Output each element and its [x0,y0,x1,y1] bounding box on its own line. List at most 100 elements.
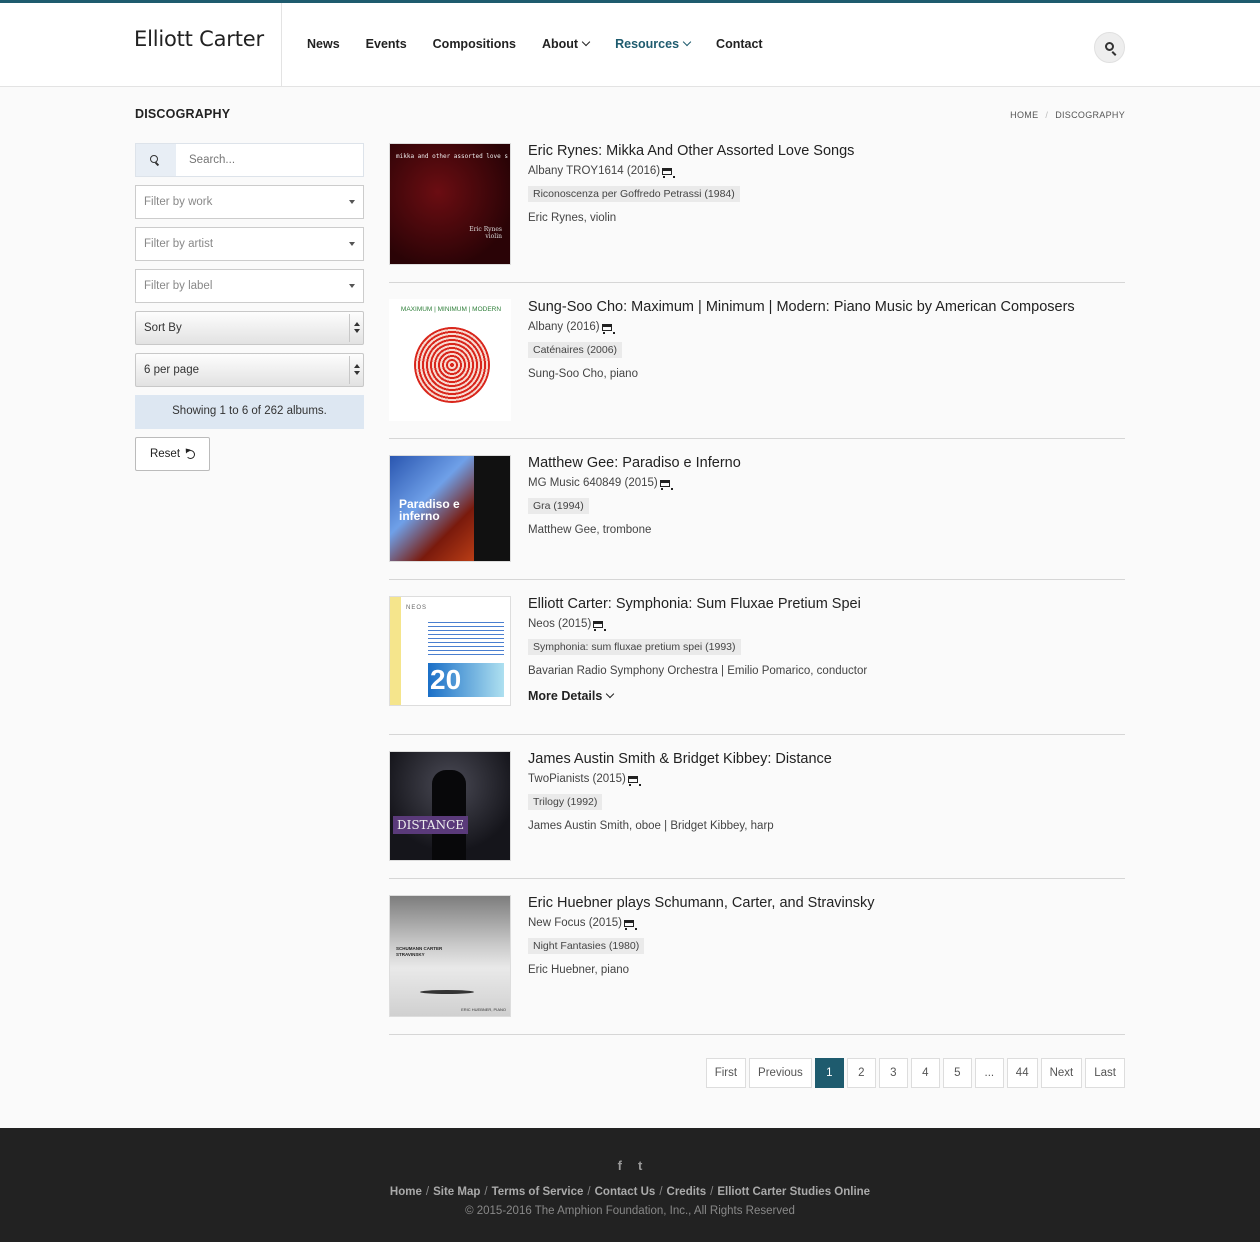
chevron-down-icon [606,689,615,699]
nav-compositions[interactable]: Compositions [433,37,516,51]
filter-by-artist-select[interactable]: Filter by artist [135,227,364,261]
album-label-text: Albany (2016) [528,321,600,333]
footer-link-contact[interactable]: Contact Us [595,1186,656,1198]
album-performers: Bavarian Radio Symphony Orchestra | Emil… [528,665,868,677]
filter-by-label-select[interactable]: Filter by label [135,269,364,303]
album-label-text: New Focus (2015) [528,917,622,929]
album-item: SCHUMANN CARTER STRAVINSKY ERIC HUEBNER,… [389,895,1125,1035]
header-search-button[interactable] [1094,32,1125,63]
work-tag[interactable]: Symphonia: sum fluxae pretium spei (1993… [528,639,741,655]
cart-icon[interactable] [623,919,637,930]
caret-down-icon [349,200,355,204]
nav-news[interactable]: News [307,37,340,51]
filter-by-label-value: Filter by label [144,280,213,292]
album-cover[interactable]: mikka and other assorted love songs Eric… [389,143,511,265]
album-title[interactable]: Sung-Soo Cho: Maximum | Minimum | Modern… [528,299,1075,315]
footer-separator: / [587,1186,591,1198]
album-cover[interactable]: NEOS 20 [389,596,511,706]
page-3[interactable]: 3 [878,1058,908,1088]
nav-events[interactable]: Events [366,37,407,51]
album-search-input[interactable] [176,144,363,176]
filter-by-artist-value: Filter by artist [144,238,214,250]
page-4[interactable]: 4 [910,1058,940,1088]
album-search-button[interactable] [136,144,176,176]
page-first[interactable]: First [705,1058,747,1088]
filter-by-work-select[interactable]: Filter by work [135,185,364,219]
album-performers: Eric Huebner, piano [528,964,630,976]
cart-icon[interactable] [659,479,673,490]
cart-icon[interactable] [593,620,607,631]
album-search [135,143,364,177]
cover-artist: Eric Rynes violin [469,226,502,240]
nav-news-label: News [307,37,340,51]
footer-link-studies-online[interactable]: Elliott Carter Studies Online [717,1186,870,1198]
album-cover[interactable]: DISTANCE [389,751,511,861]
cover-label-text: NEOS [406,605,428,611]
cover-island [420,990,474,994]
footer-link-site-map[interactable]: Site Map [433,1186,480,1198]
album-info: Elliott Carter: Symphonia: Sum Fluxae Pr… [528,596,867,703]
nav-about[interactable]: About [542,37,591,51]
album-label-text: MG Music 640849 (2015) [528,477,658,489]
footer-link-terms[interactable]: Terms of Service [492,1186,584,1198]
page-44[interactable]: 44 [1006,1058,1038,1088]
album-info: Matthew Gee: Paradiso e Inferno MG Music… [528,455,741,536]
album-title[interactable]: Eric Rynes: Mikka And Other Assorted Lov… [528,143,854,159]
work-tag[interactable]: Night Fantasies (1980) [528,938,645,954]
album-label-text: Albany TROY1614 (2016) [528,165,661,177]
nav-about-label: About [542,37,579,51]
more-details-toggle[interactable]: More Details [528,689,867,703]
page-2[interactable]: 2 [846,1058,876,1088]
album-title[interactable]: James Austin Smith & Bridget Kibbey: Dis… [528,751,832,767]
footer-separator: / [484,1186,488,1198]
cart-icon[interactable] [662,167,676,178]
updown-arrows-icon [349,356,363,384]
breadcrumb-home[interactable]: HOME [1010,110,1038,120]
site-logo[interactable]: Elliott Carter [134,27,264,51]
breadcrumb: HOME / DISCOGRAPHY [1010,110,1125,120]
page-last[interactable]: Last [1085,1058,1125,1088]
work-tag[interactable]: Gra (1994) [528,498,589,514]
twitter-icon[interactable]: t [638,1158,642,1173]
page-next[interactable]: Next [1040,1058,1083,1088]
page-5[interactable]: 5 [942,1058,972,1088]
work-tag[interactable]: Caténaires (2006) [528,342,623,358]
album-label: New Focus (2015) [528,917,875,930]
cart-icon[interactable] [627,775,641,786]
album-item: NEOS 20 Elliott Carter: Symphonia: Sum F… [389,596,1125,735]
album-item: mikka and other assorted love songs Eric… [389,143,1125,283]
sort-by-select[interactable]: Sort By [135,311,364,345]
album-performers: Eric Rynes, violin [528,212,617,224]
per-page-select[interactable]: 6 per page [135,353,364,387]
caret-down-icon [349,242,355,246]
footer-link-credits[interactable]: Credits [667,1186,707,1198]
album-cover[interactable]: SCHUMANN CARTER STRAVINSKY ERIC HUEBNER,… [389,895,511,1017]
breadcrumb-current: DISCOGRAPHY [1055,110,1125,120]
undo-icon [186,449,196,459]
nav-events-label: Events [365,37,407,51]
chevron-down-icon [581,37,591,47]
sort-by-value: Sort By [144,322,182,334]
reset-button[interactable]: Reset [135,437,210,471]
album-label: MG Music 640849 (2015) [528,477,741,490]
footer-link-home[interactable]: Home [390,1186,422,1198]
work-tag[interactable]: Trilogy (1992) [528,794,603,810]
album-title[interactable]: Eric Huebner plays Schumann, Carter, and… [528,895,875,911]
footer-separator: / [710,1186,714,1198]
work-tag[interactable]: Riconoscenza per Goffredo Petrassi (1984… [528,186,740,202]
page-previous[interactable]: Previous [749,1058,812,1088]
album-info: Eric Huebner plays Schumann, Carter, and… [528,895,875,976]
caret-down-icon [349,284,355,288]
page-1[interactable]: 1 [814,1058,844,1088]
album-label: Albany (2016) [528,321,1075,334]
cover-title: MAXIMUM | MINIMUM | MODERN [400,306,502,313]
cart-icon[interactable] [601,323,615,334]
facebook-icon[interactable]: f [618,1158,622,1173]
album-cover[interactable]: MAXIMUM | MINIMUM | MODERN [389,299,511,421]
album-title[interactable]: Matthew Gee: Paradiso e Inferno [528,455,741,471]
album-info: James Austin Smith & Bridget Kibbey: Dis… [528,751,832,832]
nav-resources[interactable]: Resources [615,37,692,51]
nav-contact[interactable]: Contact [716,37,763,51]
album-title[interactable]: Elliott Carter: Symphonia: Sum Fluxae Pr… [528,596,867,612]
album-cover[interactable]: Paradiso e inferno [389,455,511,562]
